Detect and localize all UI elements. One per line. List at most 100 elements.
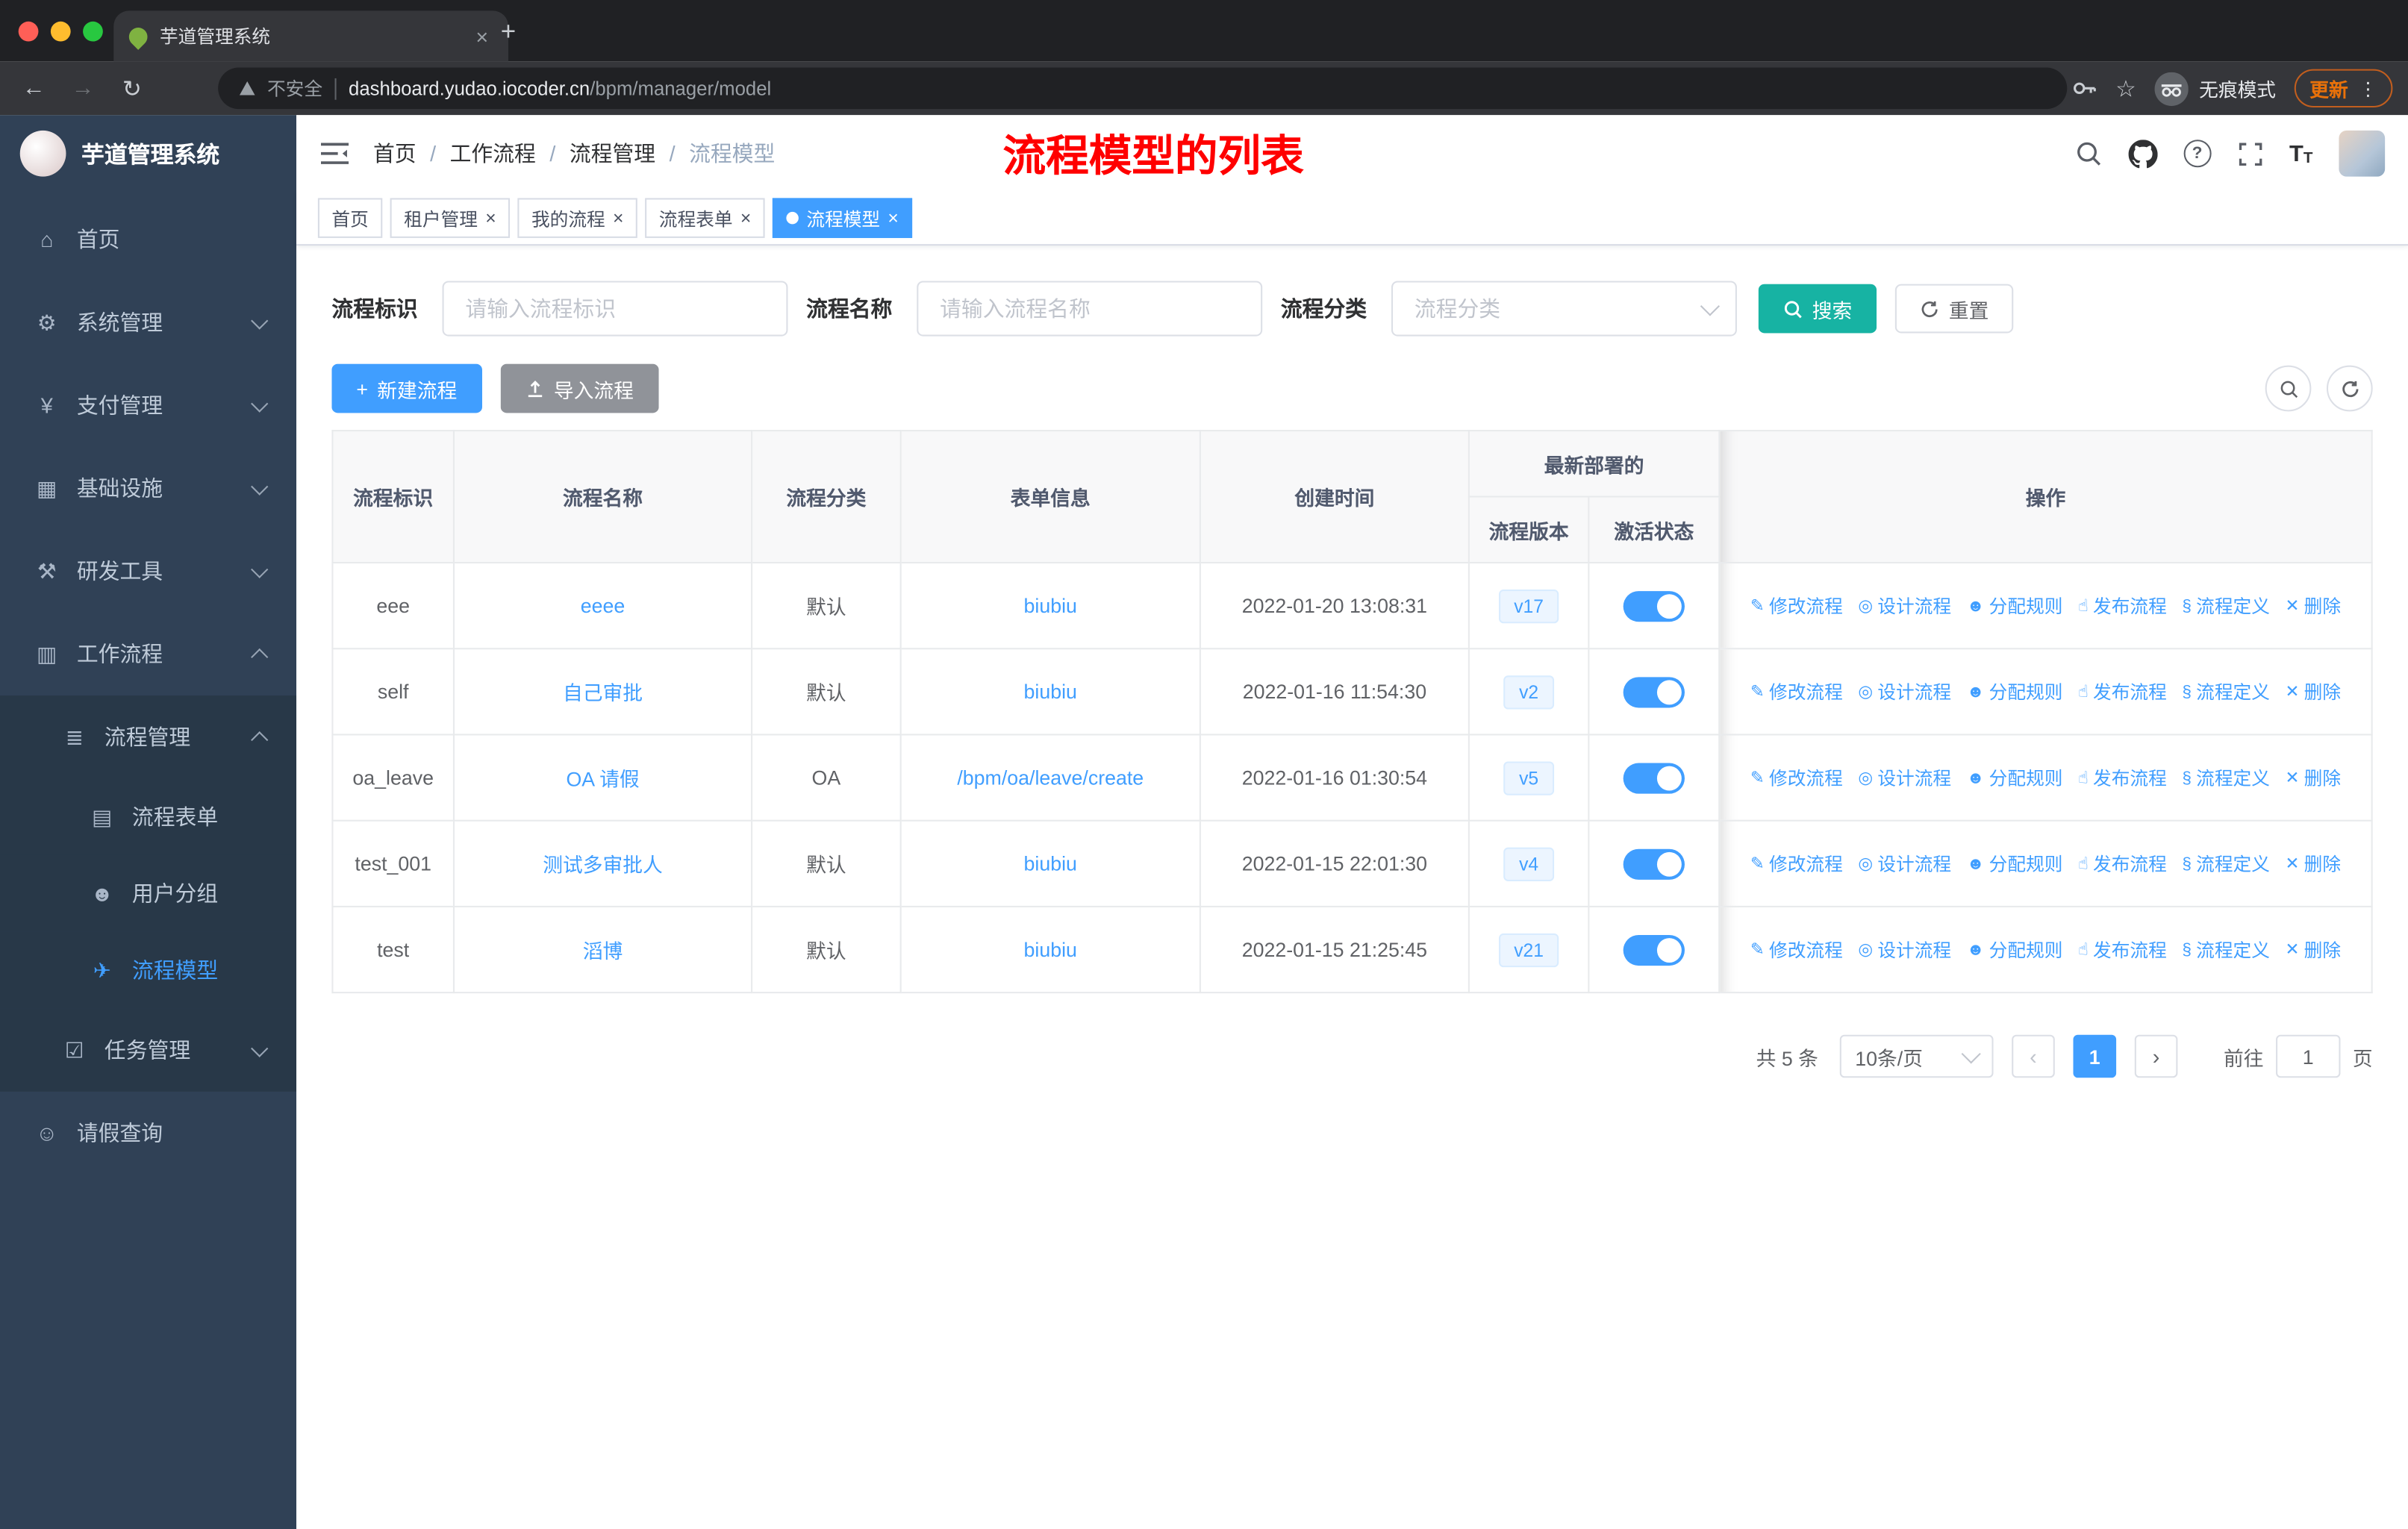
category-select[interactable]: 流程分类 [1391,281,1737,337]
action-design-link[interactable]: ◎ 设计流程 [1858,764,1951,790]
tag-item[interactable]: 我的流程 × [517,198,637,238]
breadcrumb-item[interactable]: 流程管理 [570,138,655,169]
tag-close-icon[interactable]: × [888,209,898,228]
font-size-icon[interactable]: TT [2289,140,2312,166]
form-info-link[interactable]: /bpm/oa/leave/create [957,766,1144,789]
sidebar-fold-icon[interactable] [319,140,350,167]
action-design-link[interactable]: ◎ 设计流程 [1858,936,1951,962]
action-assign-rule-link[interactable]: ☻ 分配规则 [1967,593,2063,619]
process-name-link[interactable]: 自己审批 [563,681,643,704]
browser-menu-icon[interactable]: ⋮ [2359,78,2377,99]
sidebar-item-task-manage[interactable]: ☑ 任务管理 [0,1008,297,1092]
sidebar-item-infra[interactable]: ▦ 基础设施 [0,447,296,530]
active-toggle[interactable] [1623,676,1685,707]
window-minimize-button[interactable] [50,21,71,42]
action-design-link[interactable]: ◎ 设计流程 [1858,850,1951,876]
reset-button[interactable]: 重置 [1894,284,2014,334]
sidebar-item-process-model[interactable]: ✈ 流程模型 [0,931,297,1009]
tag-item[interactable]: 首页 [317,198,383,238]
next-page-button[interactable]: › [2134,1034,2178,1078]
action-delete-link[interactable]: ✕ 删除 [2286,592,2342,619]
process-id-input[interactable] [442,281,788,337]
sidebar-item-process-form[interactable]: ▤ 流程表单 [0,778,297,855]
process-name-link[interactable]: OA 请假 [566,768,639,791]
app-logo[interactable]: 芋道管理系统 [0,115,296,192]
action-assign-rule-link[interactable]: ☻ 分配规则 [1967,765,2063,791]
process-name-link[interactable]: 测试多审批人 [543,854,663,877]
process-name-link[interactable]: 滔博 [583,939,623,963]
tag-close-icon[interactable]: × [613,209,623,228]
tag-active[interactable]: 流程模型 × [773,198,913,238]
password-key-icon[interactable] [2071,75,2097,101]
action-edit-link[interactable]: ✎ 修改流程 [1750,678,1843,704]
process-name-input[interactable] [917,281,1263,337]
action-definition-link[interactable]: § 流程定义 [2182,765,2270,791]
prev-page-button[interactable]: ‹ [2012,1034,2055,1078]
browser-tab[interactable]: 芋道管理系统 × [113,10,508,62]
sidebar-item-home[interactable]: ⌂ 首页 [0,198,296,281]
form-info-link[interactable]: biubiu [1024,938,1077,961]
action-delete-link[interactable]: ✕ 删除 [2286,850,2342,876]
action-publish-link[interactable]: ☝ 发布流程 [2078,678,2167,704]
address-bar[interactable]: 不安全 dashboard.yudao.iocoder.cn/bpm/manag… [218,67,2068,110]
action-definition-link[interactable]: § 流程定义 [2182,593,2270,619]
sidebar-item-process-manage[interactable]: ≣ 流程管理 [0,695,297,779]
goto-page-input[interactable] [2276,1034,2341,1078]
reload-icon[interactable]: ↻ [107,75,157,102]
search-icon[interactable] [2074,140,2102,167]
action-definition-link[interactable]: § 流程定义 [2182,851,2270,877]
sidebar-item-user-group[interactable]: ☻ 用户分组 [0,854,297,932]
action-publish-link[interactable]: ☝ 发布流程 [2078,592,2167,619]
sidebar-item-payment[interactable]: ¥ 支付管理 [0,364,296,447]
tag-close-icon[interactable]: × [740,209,751,228]
sidebar-item-leave-query[interactable]: ☺ 请假查询 [0,1092,296,1175]
forward-icon[interactable]: → [58,75,107,101]
action-publish-link[interactable]: ☝ 发布流程 [2078,936,2167,962]
tag-close-icon[interactable]: × [485,209,496,228]
action-definition-link[interactable]: § 流程定义 [2182,679,2270,705]
sidebar-item-system[interactable]: ⚙ 系统管理 [0,281,296,364]
action-definition-link[interactable]: § 流程定义 [2182,937,2270,963]
page-1-button[interactable]: 1 [2073,1034,2117,1078]
page-size-select[interactable]: 10条/页 [1839,1034,1994,1078]
active-toggle[interactable] [1623,848,1685,879]
breadcrumb-item[interactable]: 首页 [373,138,417,169]
action-design-link[interactable]: ◎ 设计流程 [1858,678,1951,704]
help-icon[interactable]: ? [2183,140,2212,168]
search-button[interactable]: 搜索 [1758,284,1877,334]
hide-search-icon[interactable] [2265,365,2312,412]
action-assign-rule-link[interactable]: ☻ 分配规则 [1967,679,2063,705]
action-design-link[interactable]: ◎ 设计流程 [1858,592,1951,619]
bookmark-star-icon[interactable]: ☆ [2115,75,2136,102]
active-toggle[interactable] [1623,934,1685,966]
action-delete-link[interactable]: ✕ 删除 [2286,936,2342,962]
sidebar-item-devtools[interactable]: ⚒ 研发工具 [0,530,296,613]
browser-update-button[interactable]: 更新 ⋮ [2294,69,2393,108]
action-publish-link[interactable]: ☝ 发布流程 [2078,850,2167,876]
tag-item[interactable]: 租户管理 × [390,198,511,238]
action-delete-link[interactable]: ✕ 删除 [2286,678,2342,704]
action-edit-link[interactable]: ✎ 修改流程 [1750,936,1843,962]
new-tab-button[interactable]: + [501,17,516,48]
import-process-button[interactable]: 导入流程 [499,363,658,413]
fullscreen-icon[interactable] [2237,140,2263,166]
form-info-link[interactable]: biubiu [1024,852,1077,875]
user-avatar[interactable] [2339,130,2386,177]
active-toggle[interactable] [1623,590,1685,622]
tag-item[interactable]: 流程表单 × [645,198,765,238]
action-assign-rule-link[interactable]: ☻ 分配规则 [1967,851,2063,877]
action-publish-link[interactable]: ☝ 发布流程 [2078,764,2167,790]
action-edit-link[interactable]: ✎ 修改流程 [1750,764,1843,790]
create-process-button[interactable]: + 新建流程 [331,363,482,413]
window-close-button[interactable] [18,21,39,42]
action-delete-link[interactable]: ✕ 删除 [2286,764,2342,790]
action-edit-link[interactable]: ✎ 修改流程 [1750,850,1843,876]
form-info-link[interactable]: biubiu [1024,680,1077,703]
active-toggle[interactable] [1623,762,1685,793]
breadcrumb-item[interactable]: 工作流程 [450,138,536,169]
window-zoom-button[interactable] [83,21,103,42]
sidebar-item-workflow[interactable]: ▥ 工作流程 [0,613,296,695]
form-info-link[interactable]: biubiu [1024,594,1077,617]
action-assign-rule-link[interactable]: ☻ 分配规则 [1967,937,2063,963]
action-edit-link[interactable]: ✎ 修改流程 [1750,592,1843,619]
